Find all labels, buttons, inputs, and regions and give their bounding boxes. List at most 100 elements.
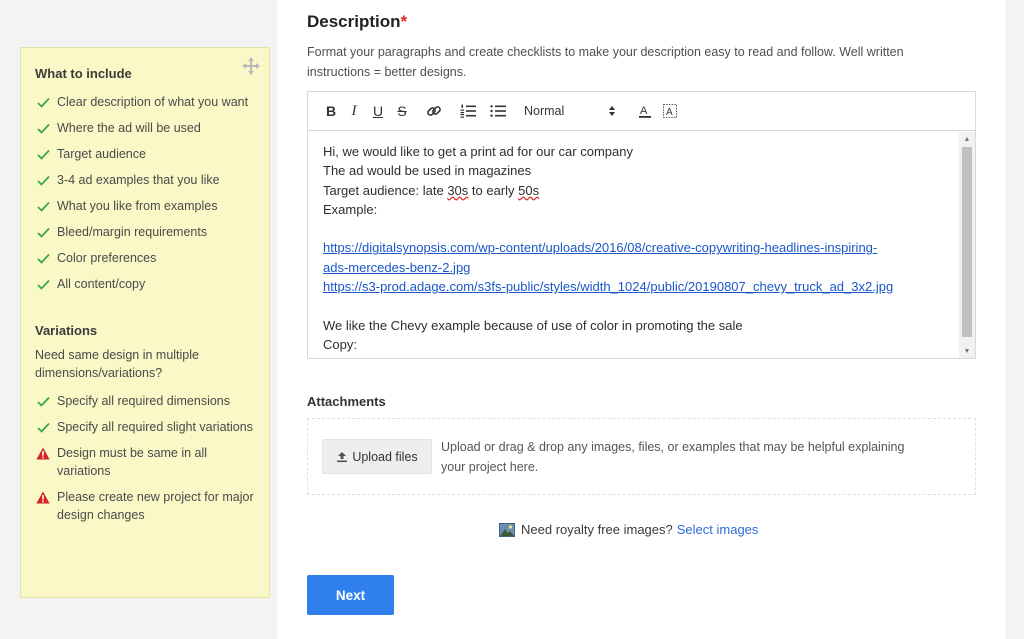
tip-item: 3-4 ad examples that you like (35, 171, 255, 189)
tip-item: Where the ad will be used (35, 119, 255, 137)
example-link-1[interactable]: https://digitalsynopsis.com/wp-content/u… (323, 238, 959, 257)
bold-icon[interactable]: B (320, 99, 342, 123)
check-icon (35, 145, 51, 163)
tip-item: All content/copy (35, 275, 255, 293)
example-link-1-part-1[interactable]: https://digitalsynopsis.com/wp-content/u… (323, 240, 877, 255)
tip-text: Clear description of what you want (57, 95, 249, 109)
check-icon (35, 223, 51, 241)
check-icon (35, 197, 51, 215)
ordered-list-icon[interactable] (454, 99, 482, 123)
what-to-include-heading: What to include (35, 66, 132, 81)
tip-item: Design must be same in all variations (35, 444, 255, 480)
next-button[interactable]: Next (307, 575, 394, 615)
svg-text:A: A (666, 107, 673, 118)
upload-icon (337, 451, 348, 462)
content-line: The ad would be used in magazines (323, 163, 532, 179)
royalty-question: Need royalty free images? (521, 522, 673, 537)
tip-text: Design must be same in all variations (57, 446, 208, 478)
check-icon (35, 171, 51, 189)
variations-list: Specify all required dimensions Specify a… (35, 392, 255, 524)
scroll-up-icon[interactable]: ▲ (959, 132, 975, 146)
tip-text: Please create new project for major desi… (57, 490, 254, 522)
move-icon[interactable] (241, 56, 261, 76)
background-color-icon[interactable]: A (658, 99, 682, 123)
dropzone-text: Upload or drag & drop any images, files,… (441, 440, 905, 474)
tip-text: Where the ad will be used (57, 121, 201, 135)
tip-item: Color preferences (35, 249, 255, 267)
format-select[interactable]: Normal (524, 99, 624, 123)
check-icon (35, 249, 51, 267)
tip-item: Please create new project for major desi… (35, 488, 255, 524)
variations-section: Variations Need same design in multiple … (35, 323, 255, 524)
check-icon (35, 392, 51, 410)
scroll-down-icon[interactable]: ▼ (959, 344, 975, 358)
tip-text: Target audience (57, 147, 146, 161)
tip-text: All content/copy (57, 277, 146, 291)
example-link-1-cont[interactable]: ads-mercedes-benz-2.jpg (323, 258, 959, 277)
tip-item: Target audience (35, 145, 255, 163)
select-images-link[interactable]: Select images (677, 522, 759, 537)
tip-text: 3-4 ad examples that you like (57, 173, 220, 187)
check-icon (35, 119, 51, 137)
audience-mid: to early (468, 182, 519, 198)
tip-text: Specify all required dimensions (57, 394, 231, 408)
check-icon (35, 418, 51, 436)
variations-heading: Variations (35, 323, 98, 338)
attachments-title: Attachments (307, 394, 386, 409)
text-color-icon[interactable]: A (632, 99, 658, 123)
description-title-text: Description (307, 12, 401, 31)
scroll-thumb[interactable] (962, 147, 972, 337)
tip-item: Specify all required slight variations (35, 418, 255, 436)
required-mark: * (400, 12, 408, 31)
content-line: Copy: (323, 336, 357, 352)
audience-age-end: 50s (518, 182, 540, 198)
example-link-1-part-2[interactable]: ads-mercedes-benz-2.jpg (323, 260, 470, 275)
tips-panel: What to include Clear description of wha… (20, 47, 270, 598)
royalty-free-prompt: Need royalty free images? Select images (499, 522, 758, 537)
audience-age-start: 30s (447, 182, 469, 198)
check-icon (35, 275, 51, 293)
tip-item: Clear description of what you want (35, 93, 255, 111)
check-icon (35, 93, 51, 111)
attachment-dropzone[interactable]: Upload files Upload or drag & drop any i… (307, 418, 976, 495)
upload-files-button[interactable]: Upload files (322, 439, 432, 474)
tip-item: Bleed/margin requirements (35, 223, 255, 241)
content-line-audience: Target audience: late 30s to early 50s (323, 181, 959, 200)
right-gutter (1006, 0, 1024, 639)
svg-text:A: A (640, 105, 648, 117)
tip-text: Bleed/margin requirements (57, 225, 208, 239)
strikethrough-icon[interactable]: S (390, 99, 414, 123)
example-link-2[interactable]: https://s3-prod.adage.com/s3fs-public/st… (323, 277, 959, 296)
tip-text: What you like from examples (57, 199, 218, 213)
link-icon[interactable] (414, 99, 454, 123)
bullet-list-icon[interactable] (482, 99, 514, 123)
warning-icon (35, 488, 51, 506)
format-select-value: Normal (524, 104, 565, 118)
content-line: We like the Chevy example because of use… (323, 317, 743, 333)
image-icon (499, 522, 515, 537)
description-title: Description* (307, 12, 407, 32)
editor-toolbar: B I U S Normal A A (308, 92, 975, 131)
include-list: Clear description of what you want Where … (35, 93, 255, 293)
tip-text: Specify all required slight variations (57, 420, 253, 434)
audience-prefix: Target audience: late (323, 182, 448, 198)
warning-icon (35, 444, 51, 462)
example-link-2-anchor[interactable]: https://s3-prod.adage.com/s3fs-public/st… (323, 279, 893, 294)
variations-intro: Need same design in multiple dimensions/… (35, 348, 199, 380)
select-arrows-icon (609, 106, 615, 116)
content-line: Hi, we would like to get a print ad for … (323, 144, 633, 159)
tip-item: What you like from examples (35, 197, 255, 215)
underline-icon[interactable]: U (366, 99, 390, 123)
tip-text: Color preferences (57, 251, 157, 265)
editor-content[interactable]: Hi, we would like to get a print ad for … (308, 132, 959, 358)
upload-files-label: Upload files (352, 449, 418, 464)
content-line: Example: (323, 201, 378, 217)
tip-item: Specify all required dimensions (35, 392, 255, 410)
italic-icon[interactable]: I (342, 99, 366, 123)
main-panel: Description* Format your paragraphs and … (277, 0, 1006, 639)
editor-scrollbar[interactable]: ▲ ▼ (959, 132, 975, 358)
description-help: Format your paragraphs and create checkl… (307, 45, 904, 79)
description-editor: B I U S Normal A A Hi, we would like to … (307, 91, 976, 359)
